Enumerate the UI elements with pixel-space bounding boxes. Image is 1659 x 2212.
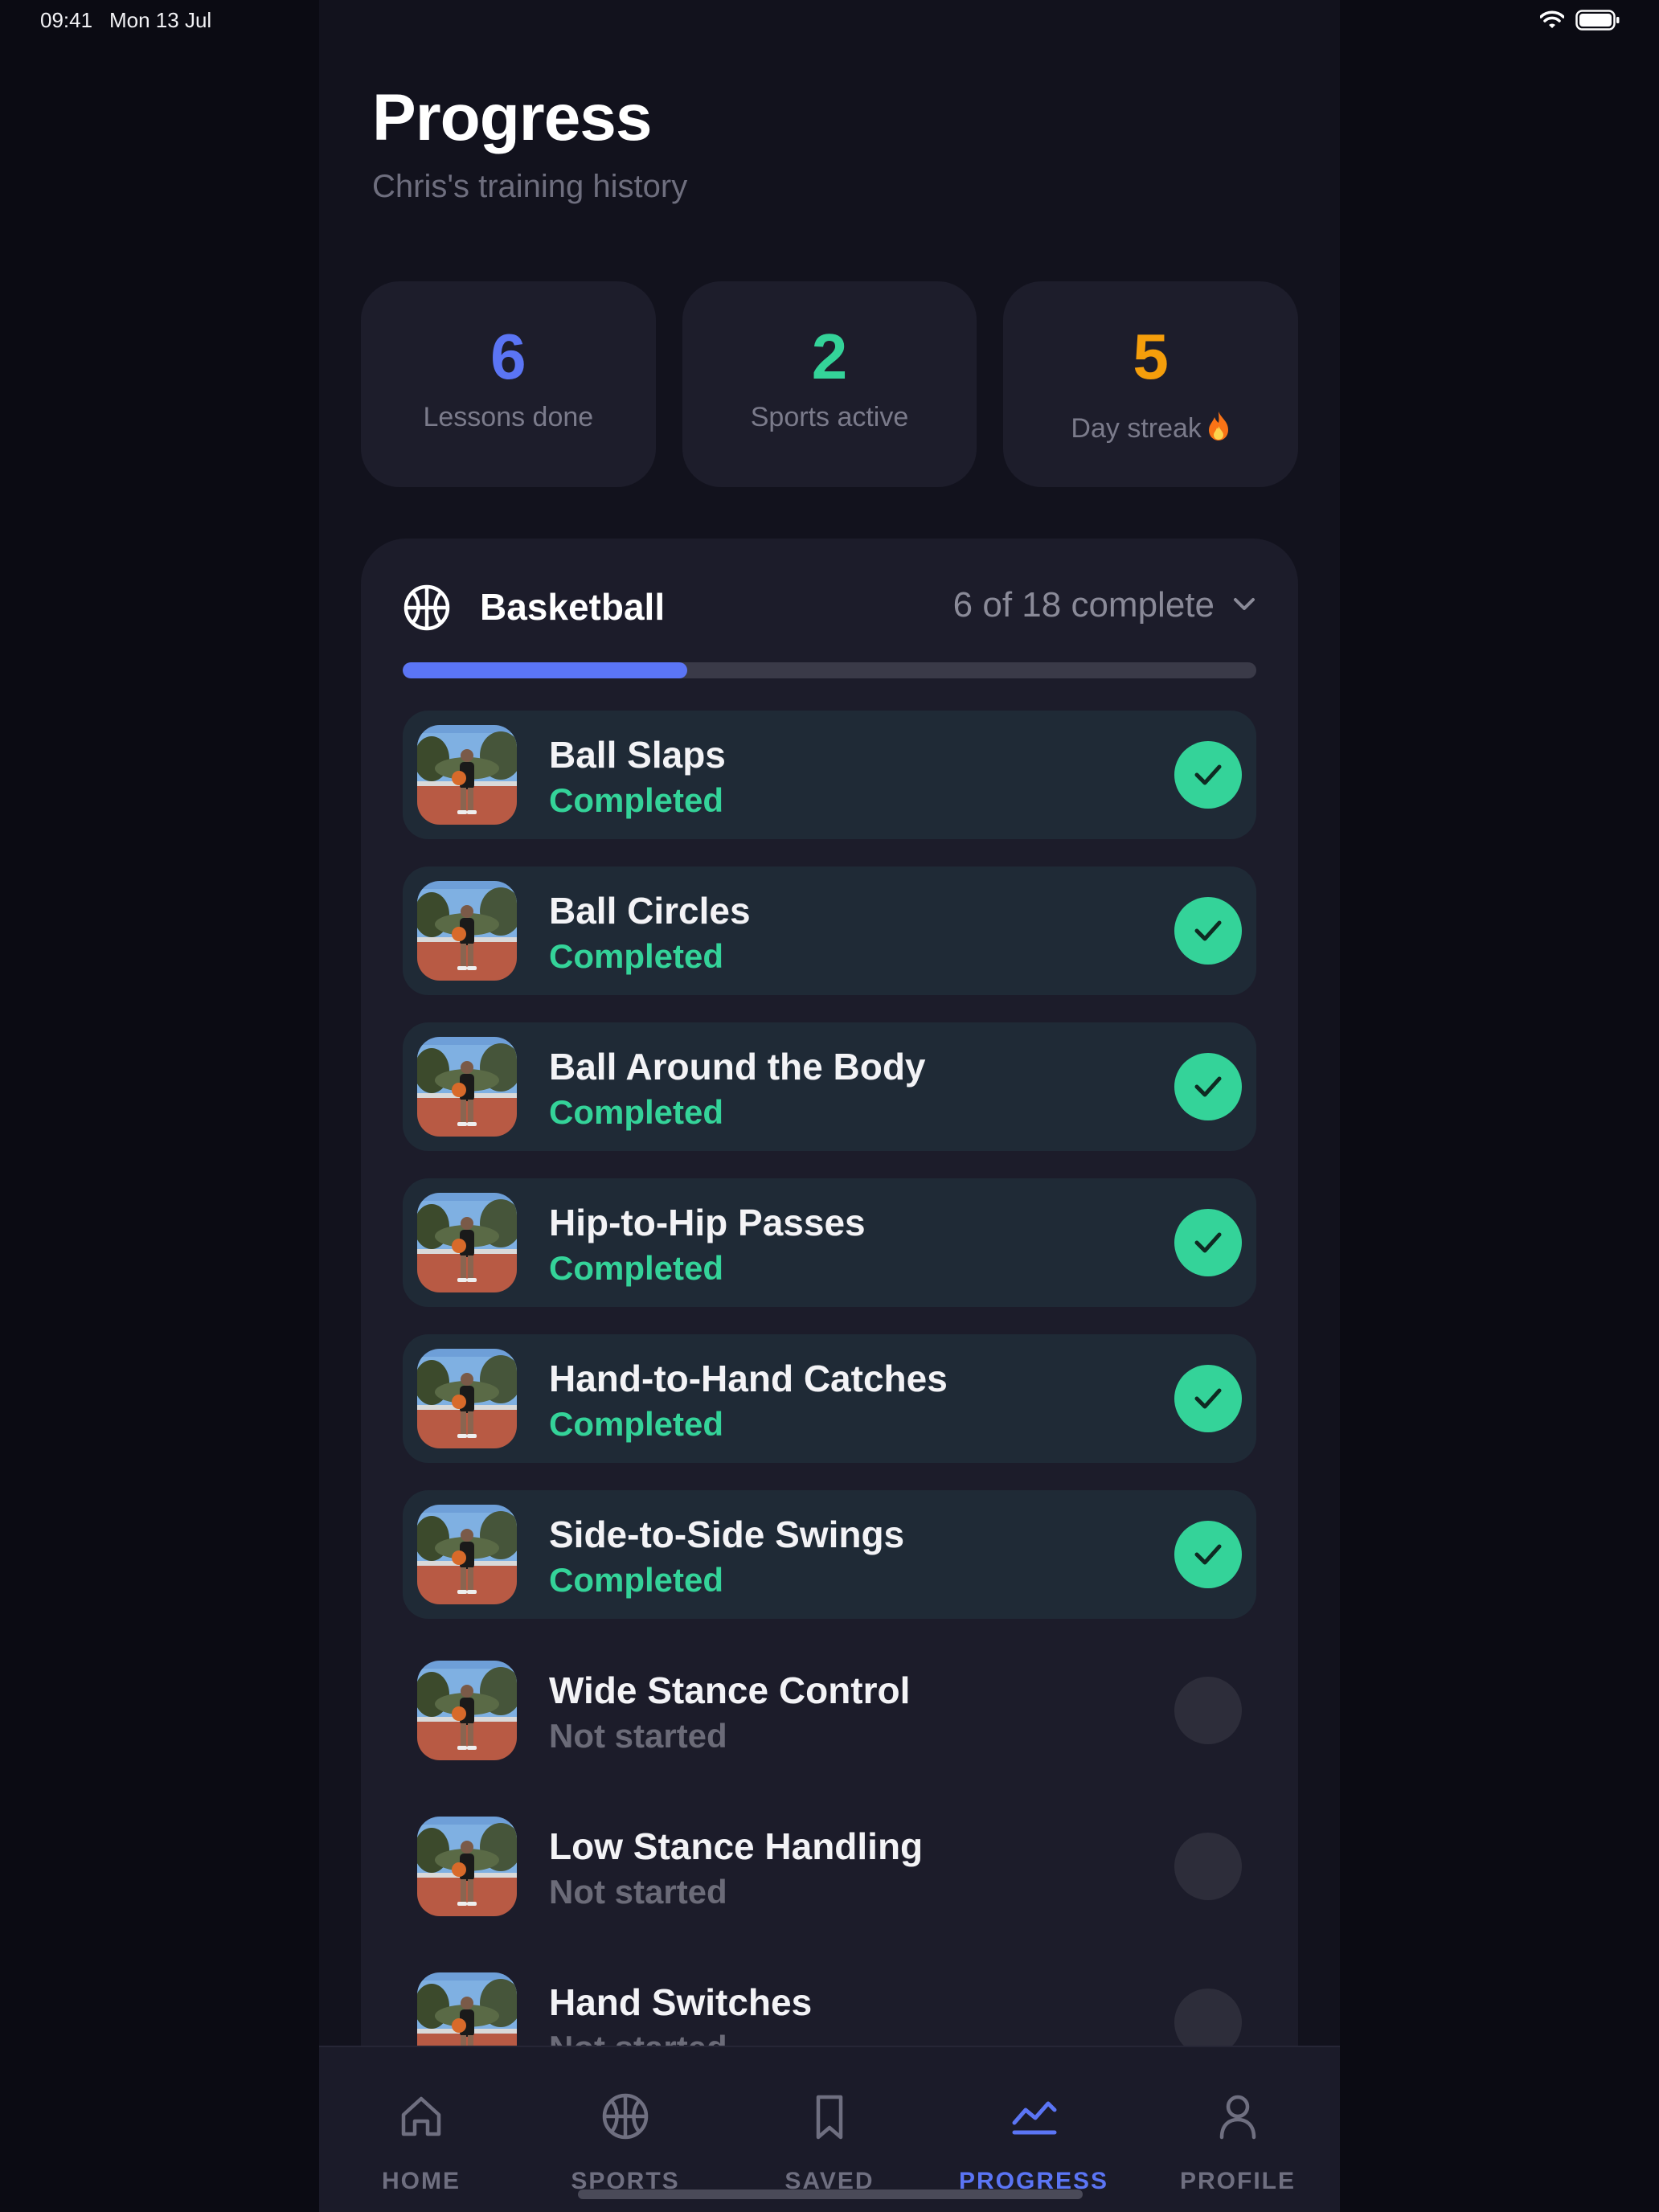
tab-label: HOME [382,2168,461,2194]
lesson-thumbnail [417,1193,517,1292]
empty-circle-icon [1174,1677,1242,1744]
tab-home[interactable]: HOME [319,2047,523,2212]
lesson-row[interactable]: Hip-to-Hip Passes Completed [403,1178,1256,1307]
stat-value: 6 [490,321,526,392]
page-title: Progress [372,81,653,154]
tab-sports[interactable]: SPORTS [523,2047,727,2212]
lesson-status: Completed [549,937,724,975]
wifi-icon [1540,10,1564,28]
basketball-icon [602,2093,649,2140]
flame-icon [1208,412,1228,440]
lesson-title: Low Stance Handling [549,1825,924,1867]
stat-value: 5 [1133,321,1169,392]
lesson-thumbnail [417,881,517,981]
lesson-title: Hand Switches [549,1981,813,2023]
stat-label-row: Day streak [1003,410,1298,444]
check-icon [1174,741,1242,809]
lesson-title: Ball Around the Body [549,1046,926,1088]
stat-label: Sports active [750,402,909,432]
status-icons [1540,10,1620,31]
lesson-row[interactable]: Ball Slaps Completed [403,711,1256,839]
lesson-status: Completed [549,781,724,819]
tab-profile[interactable]: PROFILE [1136,2047,1340,2212]
lesson-title: Ball Circles [549,890,751,932]
lesson-thumbnail [417,1817,517,1916]
check-icon [1174,1521,1242,1588]
lesson-row[interactable]: Low Stance Handling Not started [403,1802,1256,1931]
empty-circle-icon [1174,1833,1242,1900]
sport-progress-count: 6 of 18 complete [952,585,1215,625]
sport-name: Basketball [480,586,666,628]
lesson-title: Side-to-Side Swings [549,1514,905,1555]
check-icon [1174,1365,1242,1432]
check-icon [1174,897,1242,965]
person-icon [1219,2095,1256,2140]
lesson-row[interactable]: Hand-to-Hand Catches Completed [403,1334,1256,1463]
status-time: 09:41 [40,8,93,32]
chevron-down-icon[interactable] [1232,595,1256,614]
stat-label: Lessons done [423,402,594,432]
stat-value: 2 [811,321,848,392]
lesson-status: Completed [549,1561,724,1599]
lesson-list: Ball Slaps Completed Ball Circles Comple… [403,711,1256,2114]
tab-label: PROFILE [1179,2168,1296,2194]
chart-line-icon [1012,2101,1057,2135]
home-icon [401,2096,441,2136]
lesson-title: Wide Stance Control [549,1669,911,1711]
stat-card-streak: 5 Day streak [1003,281,1299,487]
sport-progress-bar [403,662,1256,678]
lesson-thumbnail [417,1349,517,1448]
lesson-thumbnail [417,725,517,825]
lesson-status: Not started [549,1717,727,1755]
check-icon [1174,1209,1242,1276]
lesson-thumbnail [417,1505,517,1604]
lesson-status: Completed [549,1405,724,1443]
status-date: Mon 13 Jul [109,8,212,32]
sport-header[interactable]: Basketball 6 of 18 complete [361,539,1298,667]
lesson-thumbnail [417,1661,517,1760]
stat-label: Day streak [1071,413,1202,444]
lesson-title: Hand-to-Hand Catches [549,1358,948,1399]
lesson-status: Not started [549,1873,727,1911]
stats-row: 6 Lessons done 2 Sports active 5 Day str… [361,281,1299,487]
sport-progress-fill [403,662,687,678]
bookmark-icon [816,2095,843,2140]
home-indicator [578,2189,1083,2199]
lesson-title: Hip-to-Hip Passes [549,1202,866,1243]
lesson-title: Ball Slaps [549,734,726,776]
lesson-row[interactable]: Side-to-Side Swings Completed [403,1490,1256,1619]
stat-card-sports: 2 Sports active [682,281,977,487]
basketball-icon [403,584,450,631]
lesson-status: Completed [549,1093,724,1131]
check-icon [1174,1053,1242,1120]
lesson-row[interactable]: Wide Stance Control Not started [403,1646,1256,1775]
page-subtitle: Chris's training history [372,169,688,204]
tab-bar: HOME SPORTS SAVED PROGRESS PROFILE [319,2046,1340,2212]
app-screen: Progress Chris's training history 6 Less… [319,0,1340,2212]
lesson-status: Completed [549,1249,724,1287]
stat-card-lessons: 6 Lessons done [361,281,656,487]
lesson-row[interactable]: Ball Circles Completed [403,866,1256,995]
tab-progress[interactable]: PROGRESS [932,2047,1136,2212]
tab-saved[interactable]: SAVED [727,2047,932,2212]
sport-card: Basketball 6 of 18 complete Ball Slaps C… [361,539,1298,2212]
lesson-row[interactable]: Ball Around the Body Completed [403,1022,1256,1151]
lesson-thumbnail [417,1037,517,1137]
battery-icon [1575,10,1620,31]
